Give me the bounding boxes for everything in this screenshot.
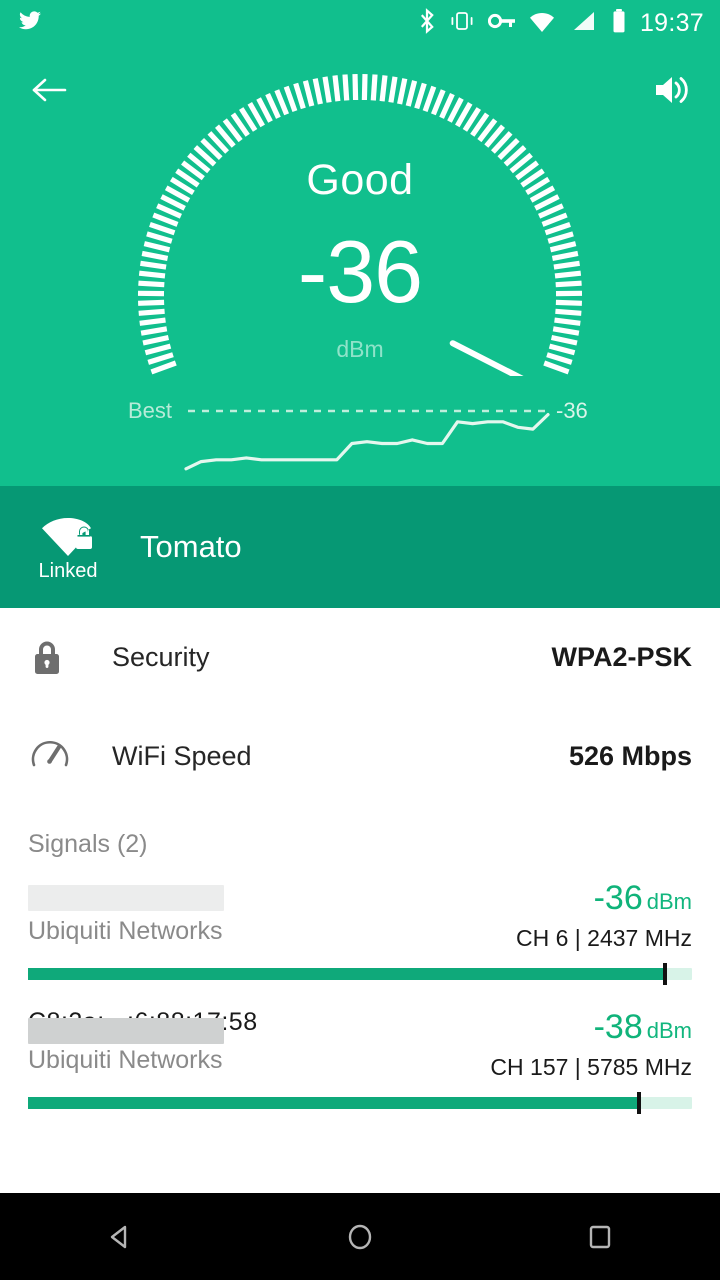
- redaction-bar: [28, 885, 224, 911]
- info-value-security: WPA2-PSK: [551, 642, 692, 672]
- nav-back-icon[interactable]: [60, 1207, 180, 1267]
- info-row-wifi-speed[interactable]: WiFi Speed 526 Mbps: [0, 707, 720, 806]
- signal-history-chart: Best -36: [0, 376, 720, 486]
- signal-row[interactable]: C8:2a:...:6:88:17:58 Ubiquiti Networks -…: [0, 980, 720, 1114]
- info-row-security[interactable]: Security WPA2-PSK: [0, 608, 720, 707]
- linked-network-band[interactable]: Linked Tomato: [0, 486, 720, 608]
- signal-gauge: Good -36 dBm: [110, 46, 610, 388]
- gauge-ticks: [137, 74, 583, 388]
- chart-current-value: -36: [556, 398, 588, 423]
- linked-ssid: Tomato: [140, 529, 242, 564]
- battery-icon: [611, 8, 627, 39]
- cellular-signal-icon: [572, 9, 598, 38]
- status-bar-left: [16, 9, 44, 38]
- wifi-off-icon: x: [529, 9, 559, 38]
- signals-section-title: Signals (2): [28, 830, 148, 858]
- signal-row[interactable]: Ubiquiti Networks -36 dBm CH 6 | 2437 MHz: [0, 859, 720, 985]
- wifi-analyzer-screen: x 19:37 Good -36 dBm Best -36 Linked Tom…: [0, 0, 720, 1280]
- signal-dbm-unit: dBm: [646, 1018, 692, 1043]
- signal-ssid-wrap: C8:2a:...:6:88:17:58: [28, 1008, 476, 1044]
- status-bar: x 19:37: [0, 0, 720, 46]
- signal-vendor: Ubiquiti Networks: [28, 917, 223, 945]
- signal-dbm-value: -38: [593, 1008, 643, 1046]
- signal-strength-group: -36 dBm: [516, 881, 692, 915]
- gauge-unit: dBm: [336, 336, 384, 362]
- signal-channel: CH 157 | 5785 MHz: [490, 1054, 692, 1080]
- twitter-bird-icon: [16, 9, 44, 38]
- signal-strength-group: -38 dBm: [490, 1010, 692, 1044]
- signal-header: Good -36 dBm Best -36: [0, 46, 720, 486]
- sparkline-svg: [184, 409, 550, 471]
- info-label-wifi-speed: WiFi Speed: [112, 741, 252, 771]
- chart-best-label: Best: [128, 398, 173, 423]
- redaction-bar: [28, 1018, 224, 1044]
- info-label-security: Security: [112, 642, 210, 672]
- wifi-lock-icon: Linked: [14, 512, 122, 583]
- vpn-key-icon: [487, 12, 516, 35]
- bluetooth-icon: [418, 7, 436, 39]
- volume-up-icon[interactable]: [650, 68, 694, 112]
- status-bar-clock: 19:37: [639, 8, 704, 37]
- signal-dbm-unit: dBm: [646, 889, 692, 914]
- signal-dbm-value: -36: [593, 879, 643, 917]
- speedometer-icon: [28, 735, 90, 779]
- nav-recents-icon[interactable]: [540, 1207, 660, 1267]
- vibrate-icon: [449, 9, 475, 38]
- info-value-wifi-speed: 526 Mbps: [568, 741, 692, 771]
- signal-strength-bar: [28, 963, 692, 985]
- lock-icon: [28, 636, 90, 680]
- signal-bar-fill: [28, 968, 666, 980]
- svg-text:x: x: [549, 20, 556, 32]
- back-arrow-icon[interactable]: [28, 68, 72, 112]
- android-navigation-bar: [0, 1193, 720, 1280]
- linked-badge-label: Linked: [38, 559, 98, 582]
- signal-vendor: Ubiquiti Networks: [28, 1046, 223, 1074]
- details-body: Security WPA2-PSK WiFi Speed 526 Mbps Si…: [0, 608, 720, 1193]
- signal-channel: CH 6 | 2437 MHz: [516, 925, 692, 951]
- signal-ssid-wrap: [28, 881, 502, 911]
- gauge-value: -36: [297, 222, 423, 321]
- gauge-quality-label: Good: [306, 156, 414, 204]
- status-bar-right: x 19:37: [418, 7, 704, 39]
- signal-bar-fill: [28, 1097, 639, 1109]
- signal-strength-bar: [28, 1092, 692, 1114]
- signal-bar-marker: [636, 1092, 641, 1114]
- nav-home-icon[interactable]: [300, 1207, 420, 1267]
